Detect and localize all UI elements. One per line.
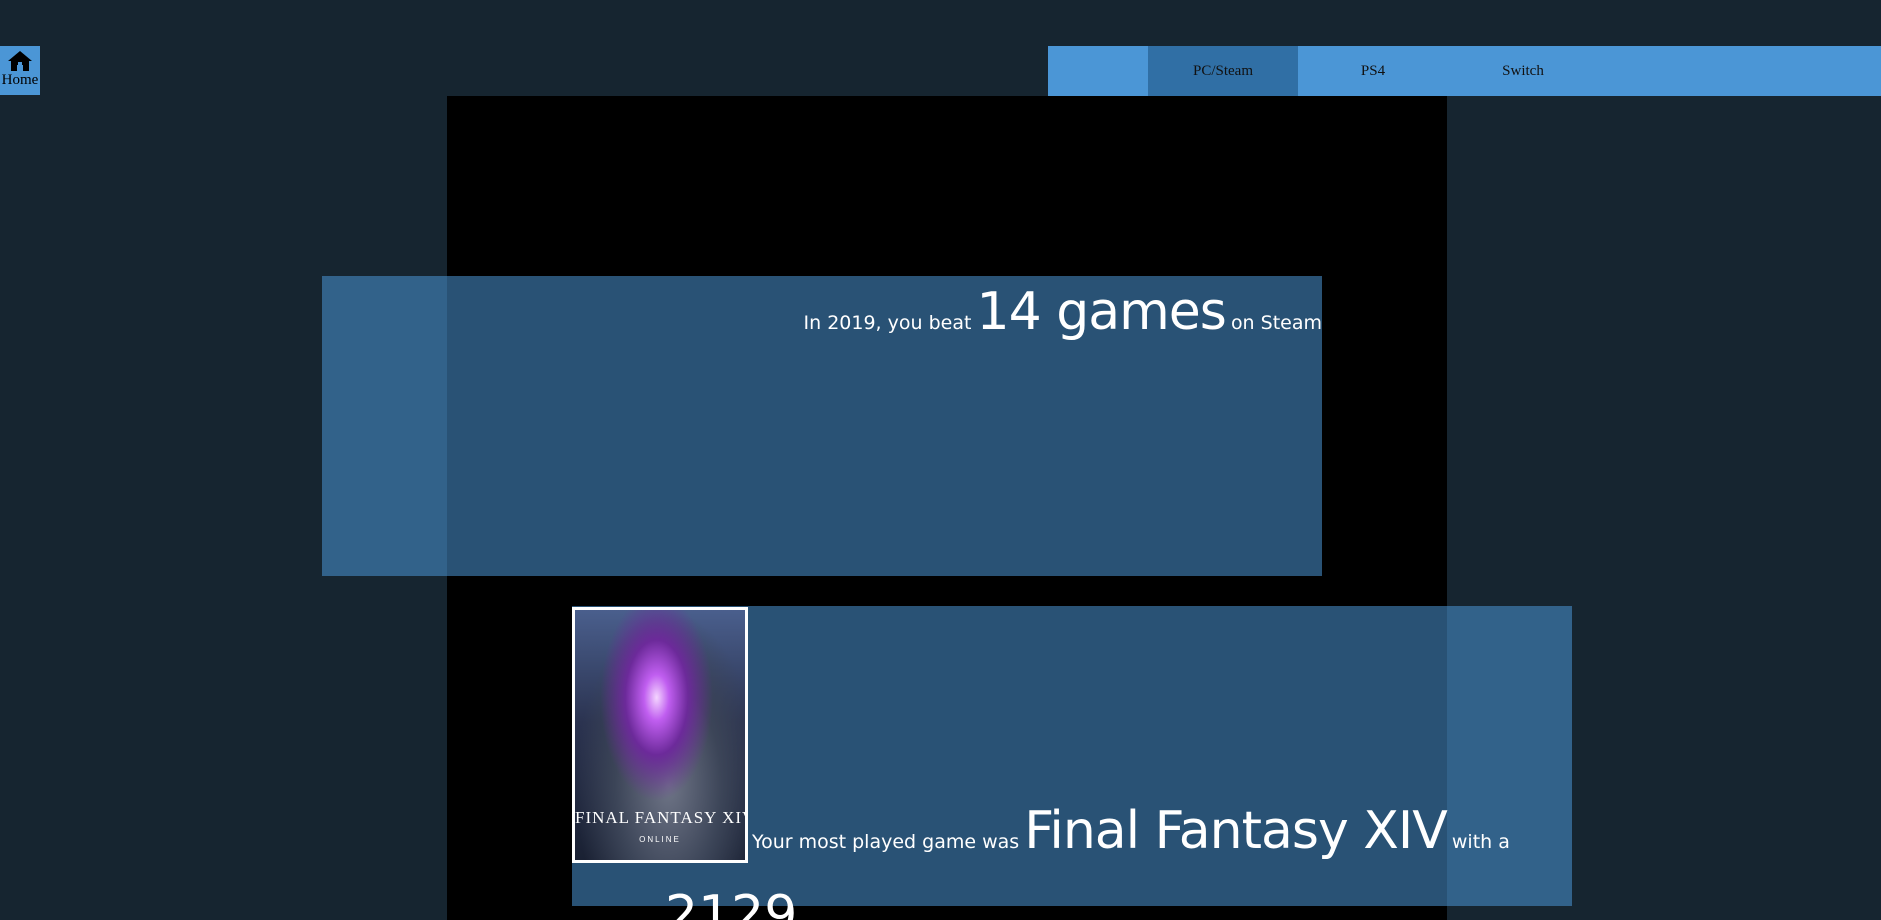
most-played-suffix: with a bbox=[1451, 831, 1510, 853]
games-beaten-line: In 2019, you beat 14 games on Steam bbox=[804, 282, 1322, 342]
most-played-row: FINAL FANTASY XIV ONLINE Your most playe… bbox=[572, 606, 1510, 863]
home-icon bbox=[8, 51, 32, 71]
tab-switch[interactable]: Switch bbox=[1448, 46, 1598, 96]
page: Home PC/Steam PS4 Switch In 2019, you be… bbox=[0, 0, 1881, 920]
games-beaten-suffix: on Steam bbox=[1230, 312, 1322, 334]
platform-nav: PC/Steam PS4 Switch bbox=[1048, 46, 1881, 96]
home-label: Home bbox=[1, 72, 39, 88]
game-cover-image: FINAL FANTASY XIV ONLINE bbox=[572, 607, 748, 863]
home-button[interactable]: Home bbox=[0, 46, 40, 95]
games-beaten-panel: In 2019, you beat 14 games on Steam bbox=[322, 276, 1322, 576]
platform-nav-spacer bbox=[1048, 46, 1148, 96]
most-played-game: Final Fantasy XIV bbox=[1024, 801, 1448, 861]
games-beaten-prefix: In 2019, you beat bbox=[803, 312, 972, 334]
cover-subtitle: ONLINE bbox=[639, 835, 681, 844]
cover-title: FINAL FANTASY XIV bbox=[575, 808, 748, 827]
most-played-prefix: Your most played game was bbox=[752, 831, 1020, 853]
tab-pc-steam[interactable]: PC/Steam bbox=[1148, 46, 1298, 96]
most-played-text: Your most played game was Final Fantasy … bbox=[748, 801, 1510, 863]
hours-played-value: 2129 bbox=[665, 885, 798, 920]
most-played-panel: FINAL FANTASY XIV ONLINE Your most playe… bbox=[572, 606, 1572, 906]
games-beaten-count: 14 games bbox=[976, 282, 1227, 342]
tab-ps4[interactable]: PS4 bbox=[1298, 46, 1448, 96]
